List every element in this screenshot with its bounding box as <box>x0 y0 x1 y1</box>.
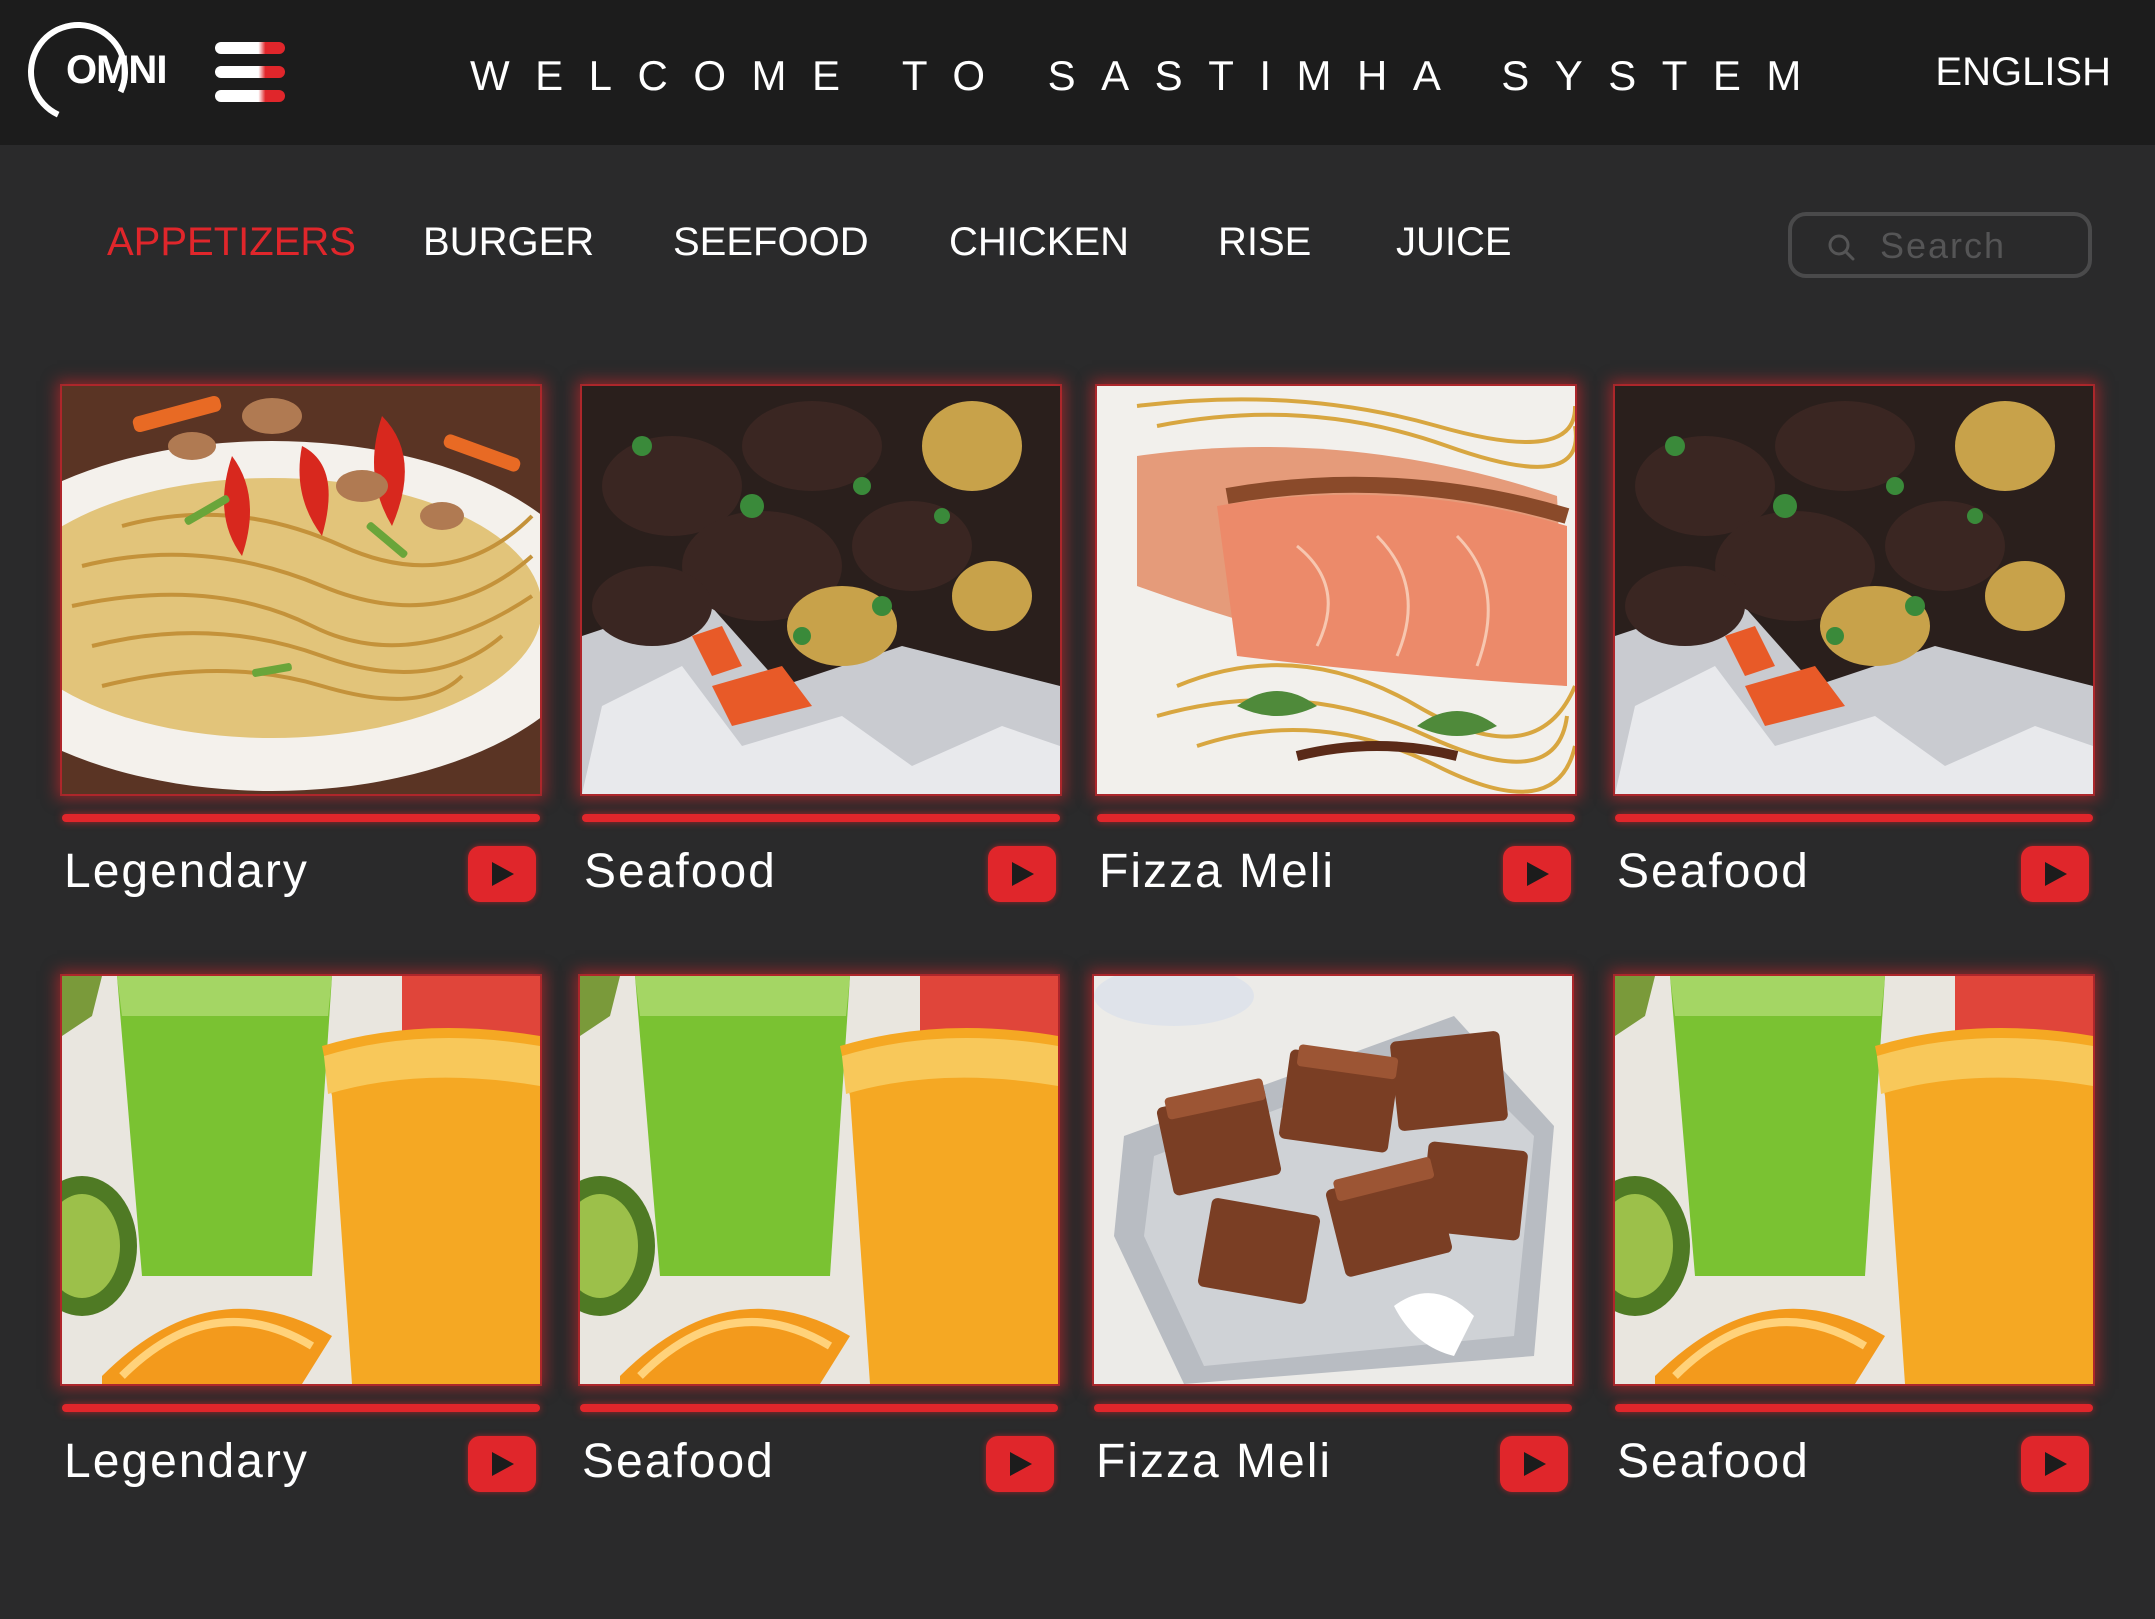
menu-item-card[interactable]: Fizza Meli <box>1094 976 1572 1496</box>
food-image-juice[interactable] <box>62 976 540 1384</box>
menu-item-card[interactable]: Legendary <box>62 976 540 1496</box>
play-icon <box>1527 862 1549 886</box>
play-icon <box>1012 862 1034 886</box>
food-image-grilled-beef[interactable] <box>1615 386 2093 794</box>
card-underline <box>62 814 540 822</box>
menu-item-card[interactable]: Seafood <box>582 386 1060 906</box>
play-button[interactable] <box>1503 846 1571 902</box>
food-image-noodles[interactable] <box>62 386 540 794</box>
play-button[interactable] <box>986 1436 1054 1492</box>
item-title: Seafood <box>584 845 777 898</box>
category-tabs: APPETIZERS BURGER SEEFOOD CHICKEN RISE J… <box>0 220 1600 280</box>
card-underline <box>582 814 1060 822</box>
tab-burger[interactable]: BURGER <box>423 220 594 265</box>
play-icon <box>1010 1452 1032 1476</box>
tab-appetizers[interactable]: APPETIZERS <box>107 220 356 265</box>
card-underline <box>1097 814 1575 822</box>
tab-rise[interactable]: RISE <box>1218 220 1311 265</box>
menu-item-card[interactable]: Seafood <box>580 976 1058 1496</box>
hamburger-menu-icon[interactable] <box>215 42 287 104</box>
item-title: Legendary <box>64 1435 309 1488</box>
item-title: Seafood <box>1617 1435 1810 1488</box>
top-bar: OMNI WELCOME TO SASTIMHA SYSTEM ENGLISH <box>0 0 2155 145</box>
card-underline <box>580 1404 1058 1412</box>
food-image-salmon[interactable] <box>1097 386 1575 794</box>
play-button[interactable] <box>1500 1436 1568 1492</box>
menu-item-card[interactable]: Seafood <box>1615 976 2093 1496</box>
item-title: Fizza Meli <box>1096 1435 1333 1488</box>
search-icon <box>1828 234 1855 261</box>
play-icon <box>2045 862 2067 886</box>
play-button[interactable] <box>988 846 1056 902</box>
play-icon <box>492 862 514 886</box>
menu-item-card[interactable]: Seafood <box>1615 386 2093 906</box>
item-title: Seafood <box>582 1435 775 1488</box>
play-button[interactable] <box>2021 1436 2089 1492</box>
food-image-juice[interactable] <box>1615 976 2093 1384</box>
play-button[interactable] <box>2021 846 2089 902</box>
card-underline <box>1615 1404 2093 1412</box>
tab-chicken[interactable]: CHICKEN <box>949 220 1129 265</box>
play-icon <box>492 1452 514 1476</box>
menu-item-card[interactable]: Legendary <box>62 386 540 906</box>
food-image-brownies[interactable] <box>1094 976 1572 1384</box>
search-box[interactable] <box>1788 212 2092 278</box>
search-input[interactable] <box>1878 222 2082 270</box>
food-image-juice[interactable] <box>580 976 1058 1384</box>
language-selector[interactable]: ENGLISH <box>1935 50 2111 95</box>
tab-juice[interactable]: JUICE <box>1396 220 1512 265</box>
food-image-grilled-beef[interactable] <box>582 386 1060 794</box>
item-title: Seafood <box>1617 845 1810 898</box>
card-underline <box>62 1404 540 1412</box>
page-title: WELCOME TO SASTIMHA SYSTEM <box>470 52 1827 99</box>
item-title: Legendary <box>64 845 309 898</box>
play-icon <box>2045 1452 2067 1476</box>
play-button[interactable] <box>468 846 536 902</box>
card-underline <box>1615 814 2093 822</box>
item-title: Fizza Meli <box>1099 845 1336 898</box>
play-icon <box>1524 1452 1546 1476</box>
play-button[interactable] <box>468 1436 536 1492</box>
card-underline <box>1094 1404 1572 1412</box>
tab-seefood[interactable]: SEEFOOD <box>673 220 869 265</box>
logo-text: OMNI <box>66 48 167 92</box>
menu-item-card[interactable]: Fizza Meli <box>1097 386 1575 906</box>
